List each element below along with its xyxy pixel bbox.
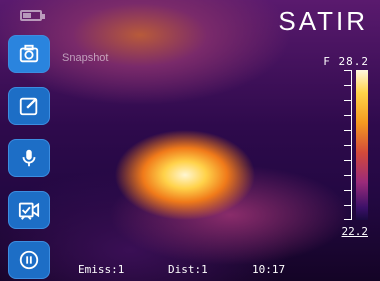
review-button[interactable] bbox=[8, 191, 50, 229]
scale-min-value: 22.2 bbox=[341, 225, 369, 238]
scale-unit: F bbox=[323, 55, 331, 68]
snapshot-button[interactable] bbox=[8, 35, 50, 73]
brand-logo: SATIR bbox=[278, 6, 368, 36]
scale-max-label: F 28.2 bbox=[323, 55, 369, 68]
camera-icon bbox=[19, 44, 39, 63]
video-review-icon bbox=[18, 202, 40, 220]
edit-icon bbox=[19, 97, 38, 116]
scale-max-value: 28.2 bbox=[338, 55, 369, 68]
status-bar: Emiss:1 Dist:1 10:17 bbox=[0, 263, 380, 279]
clock-readout: 10:17 bbox=[252, 263, 286, 276]
emissivity-readout: Emiss:1 bbox=[78, 263, 125, 276]
temperature-color-scale bbox=[356, 70, 368, 220]
battery-icon bbox=[20, 10, 45, 21]
microphone-icon bbox=[22, 149, 36, 167]
snapshot-label: Snapshot bbox=[62, 52, 109, 64]
scale-ticks bbox=[342, 70, 352, 220]
distance-readout: Dist:1 bbox=[168, 263, 208, 276]
voice-button[interactable] bbox=[8, 139, 50, 177]
thermal-view: SATIR Snapshot F 28.2 22.2 Emiss:1 Dist:… bbox=[0, 0, 380, 281]
annotate-button[interactable] bbox=[8, 87, 50, 125]
